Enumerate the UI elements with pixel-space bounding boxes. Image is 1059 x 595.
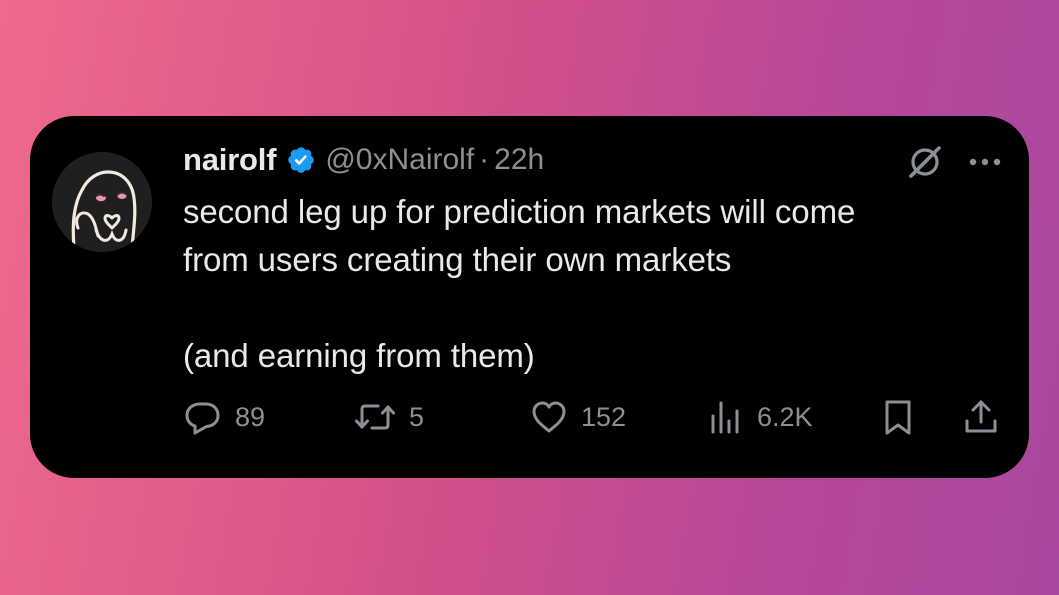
grok-icon[interactable]	[905, 142, 945, 182]
bookmark-button[interactable]	[878, 392, 918, 442]
reply-count: 89	[235, 401, 266, 432]
reply-button[interactable]: 89	[183, 392, 265, 442]
avatar[interactable]	[52, 152, 152, 252]
display-name[interactable]: nairolf	[183, 142, 277, 178]
more-icon[interactable]	[967, 156, 1003, 168]
repost-count: 5	[409, 401, 425, 432]
share-icon	[965, 400, 997, 433]
tweet-text: second leg up for prediction markets wil…	[183, 188, 983, 380]
views-icon	[711, 401, 739, 434]
like-count: 152	[581, 401, 627, 432]
verified-badge-icon	[286, 145, 316, 175]
heart-icon	[532, 401, 566, 433]
reply-icon	[185, 402, 220, 435]
tweet-header: nairolf @0xNairolf · 22h	[183, 138, 544, 182]
tweet-card[interactable]: nairolf @0xNairolf · 22h second leg up f…	[30, 116, 1029, 478]
share-button[interactable]	[961, 392, 1001, 442]
views-count: 6.2K	[757, 401, 813, 432]
tweet-text-line: from users creating their own markets	[183, 241, 732, 278]
bookmark-icon	[885, 400, 911, 435]
ghost-avatar-icon	[52, 152, 152, 252]
views-button[interactable]: 6.2K	[705, 392, 813, 442]
tweet-top-actions	[905, 142, 1003, 182]
tweet-text-line: (and earning from them)	[183, 337, 535, 374]
tweet-action-bar: 89 5 152 6.2K	[183, 392, 1003, 442]
repost-button[interactable]: 5	[353, 392, 424, 442]
separator-dot: ·	[479, 143, 490, 176]
author-handle[interactable]: @0xNairolf	[325, 143, 474, 177]
tweet-text-line: second leg up for prediction markets wil…	[183, 193, 856, 230]
like-button[interactable]: 152	[529, 392, 626, 442]
timestamp[interactable]: 22h	[494, 143, 544, 177]
repost-icon	[355, 404, 395, 430]
